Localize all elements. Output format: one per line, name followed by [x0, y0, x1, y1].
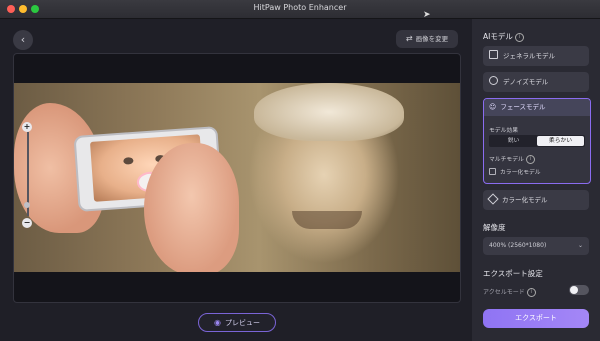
accel-mode-toggle[interactable]	[569, 285, 589, 295]
zoom-slider[interactable]: + −	[22, 122, 34, 232]
zoom-thumb[interactable]	[24, 202, 30, 208]
info-icon[interactable]: i	[526, 288, 536, 297]
back-button[interactable]: ‹	[13, 30, 33, 50]
photo-eye-left	[123, 157, 134, 165]
accel-mode-row: アクセルモード i	[483, 287, 536, 297]
colorize-checkbox-label: カラー化モデル	[500, 170, 541, 176]
general-model-label: ジェネラルモデル	[503, 52, 555, 60]
change-image-label: 画像を変更	[415, 35, 449, 43]
colorize-checkbox[interactable]: カラー化モデル	[489, 167, 541, 176]
face-icon: ☺	[489, 103, 497, 111]
face-model-header[interactable]: ☺ フェースモデル	[484, 99, 590, 116]
denoise-icon	[489, 76, 498, 85]
eye-icon: ◉	[214, 318, 221, 327]
settings-sidebar: AIモデル i ジェネラルモデル デノイズモデル ☺ フェースモデル モデル効果 鋭…	[472, 19, 600, 341]
photo-smile	[292, 211, 362, 229]
multi-model-label: マルチモデル	[489, 157, 524, 163]
zoom-out-icon[interactable]: −	[22, 218, 32, 228]
colorize-icon	[487, 193, 499, 205]
export-settings-title: エクスポート設定	[483, 269, 543, 278]
colorize-model-label: カラー化モデル	[502, 196, 548, 204]
export-button[interactable]: エクスポート	[483, 309, 589, 328]
preview-label: プレビュー	[224, 319, 260, 327]
zoom-in-icon[interactable]: +	[22, 122, 32, 132]
photo-preview	[14, 83, 460, 272]
colorize-model-card[interactable]: カラー化モデル	[483, 190, 589, 210]
effect-sharp-option[interactable]: 鋭い	[490, 136, 537, 146]
checkbox-box[interactable]	[489, 168, 496, 175]
denoise-model-label: デノイズモデル	[503, 78, 549, 86]
photo-right-hand	[144, 143, 239, 272]
face-model-card[interactable]: ☺ フェースモデル モデル効果 鋭い 柔らかい マルチモデル i カラー化モデル	[483, 98, 591, 184]
back-arrow-icon: ‹	[20, 33, 26, 46]
photo-hair	[254, 83, 404, 141]
model-effect-label: モデル効果	[489, 128, 518, 134]
accel-mode-label: アクセルモード	[483, 289, 525, 296]
resolution-value: 400% (2560*1080)	[489, 242, 547, 249]
resolution-select[interactable]: 400% (2560*1080) ⌄	[483, 237, 589, 255]
resolution-title: 解像度	[483, 223, 506, 232]
face-model-label: フェースモデル	[500, 103, 546, 111]
canvas-area: ‹ ⇄ 画像を変更 + − ◉ プレビュー	[0, 19, 472, 341]
info-icon[interactable]: i	[525, 155, 535, 164]
multi-model-heading: マルチモデル i	[489, 154, 535, 164]
ai-model-heading: AIモデル i	[483, 31, 524, 42]
window-title: HitPaw Photo Enhancer	[253, 3, 347, 12]
denoise-model-card[interactable]: デノイズモデル	[483, 72, 589, 92]
chevron-down-icon: ⌄	[577, 242, 583, 249]
model-effect-segmented: 鋭い 柔らかい	[489, 135, 585, 147]
preview-button[interactable]: ◉ プレビュー	[198, 313, 276, 332]
general-model-card[interactable]: ジェネラルモデル	[483, 46, 589, 66]
image-viewport: + −	[13, 53, 461, 303]
change-image-button[interactable]: ⇄ 画像を変更	[396, 30, 458, 48]
effect-soft-option[interactable]: 柔らかい	[537, 136, 584, 146]
toggle-knob	[570, 286, 578, 294]
info-icon[interactable]: i	[514, 33, 524, 42]
window-titlebar: HitPaw Photo Enhancer ➤	[0, 0, 600, 20]
image-icon	[489, 50, 498, 59]
swap-icon: ⇄	[405, 34, 413, 43]
ai-model-title: AIモデル	[483, 32, 513, 41]
